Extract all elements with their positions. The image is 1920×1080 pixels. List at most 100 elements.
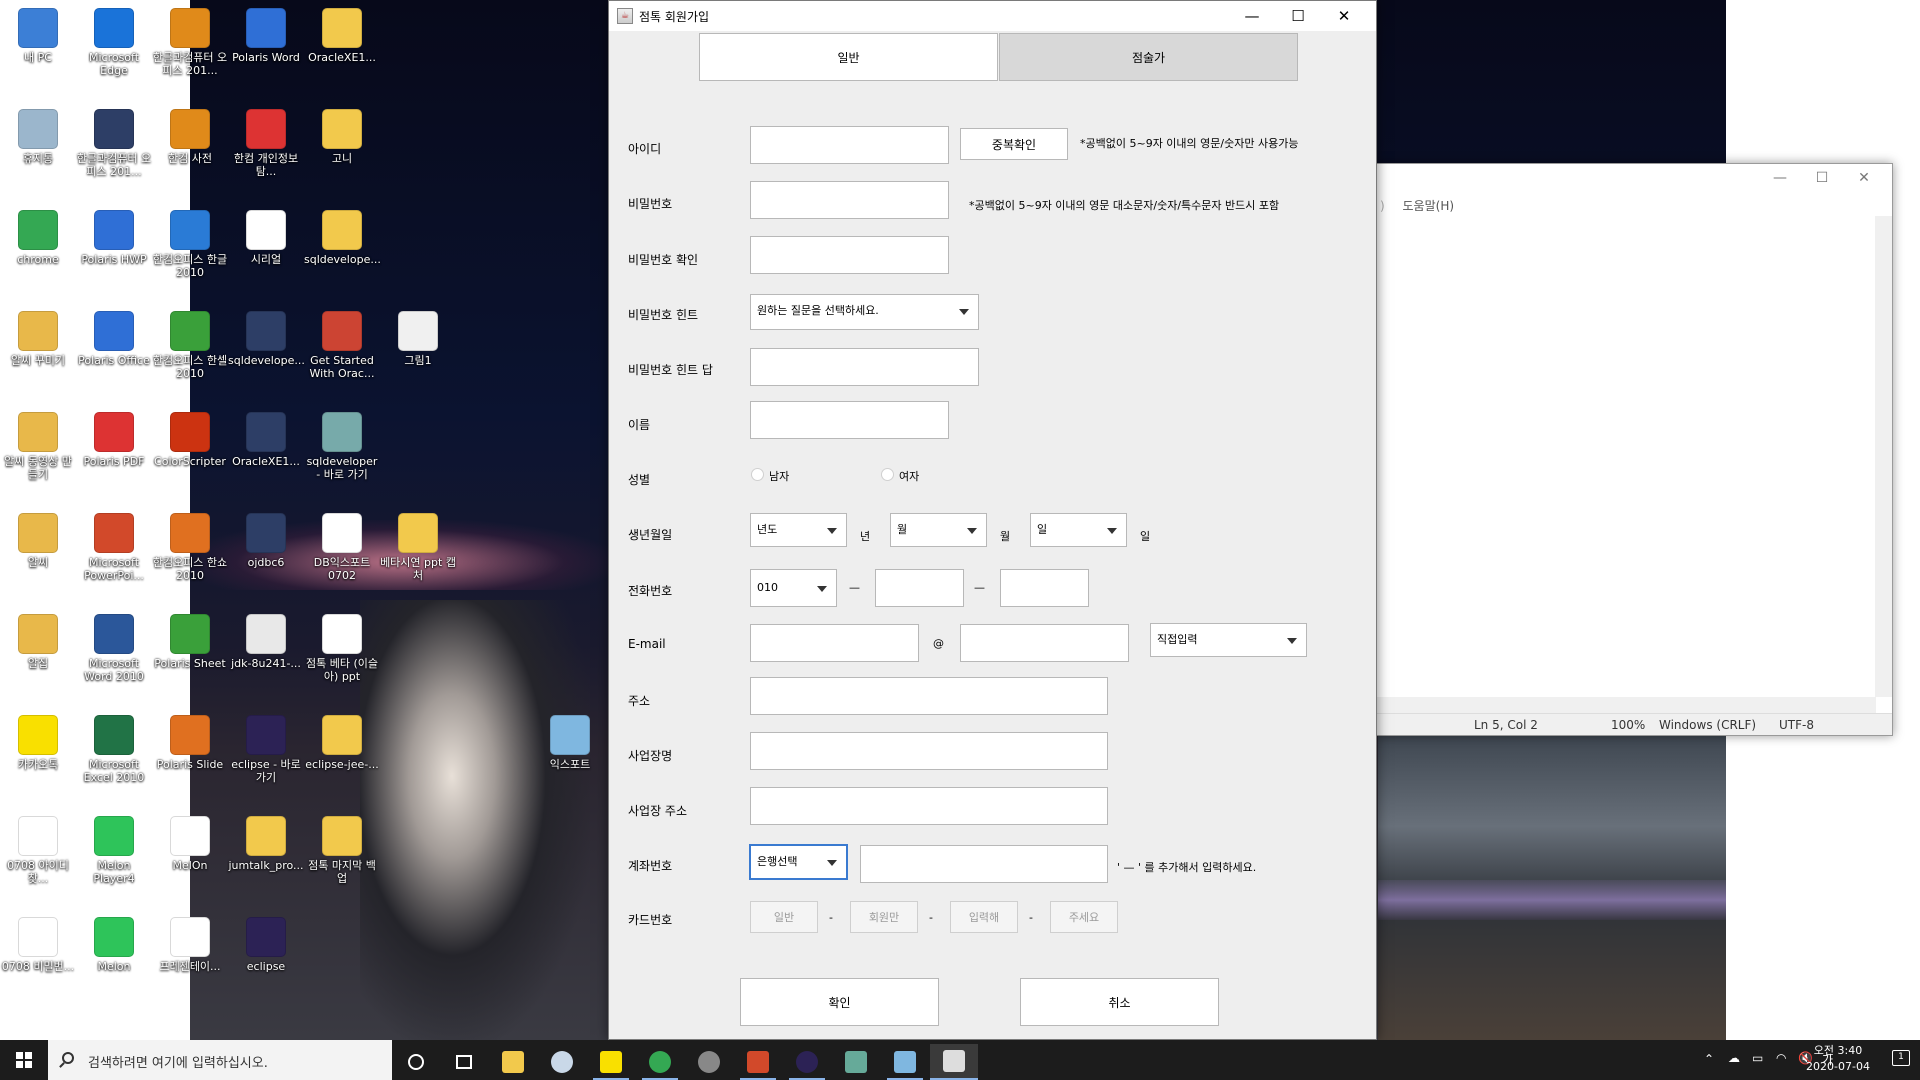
password-input[interactable] — [750, 181, 949, 219]
desktop-icon[interactable]: sqldevelope... — [304, 210, 381, 266]
desktop-icon[interactable]: ColorScripter — [152, 412, 228, 468]
desktop-icon[interactable]: 휴지통 — [0, 109, 76, 165]
name-input[interactable] — [750, 401, 949, 439]
desktop-icon[interactable]: OracleXE1... — [228, 412, 304, 468]
email-domain-input[interactable] — [960, 624, 1129, 662]
phone-prefix-select[interactable]: 010 — [750, 569, 837, 607]
taskbar-explorer[interactable] — [489, 1044, 537, 1080]
desktop-icon[interactable]: jumtalk_pro... — [228, 816, 304, 872]
horizontal-scrollbar[interactable] — [1376, 697, 1876, 714]
desktop-icon[interactable]: Get Started With Orac... — [304, 311, 380, 380]
taskbar-clock[interactable]: 오전 3:40 2020-07-04 — [1798, 1043, 1878, 1075]
desktop-icon[interactable]: 한글과컴퓨터 오피스 201... — [76, 109, 152, 178]
desktop-icon[interactable]: 한컴 개인정보탐... — [228, 109, 304, 178]
radio-female[interactable] — [881, 468, 894, 481]
address-input[interactable] — [750, 677, 1108, 715]
account-number-input[interactable] — [860, 845, 1108, 883]
taskbar-java-app[interactable] — [930, 1044, 978, 1080]
desktop-icon[interactable]: sqldevelope... — [228, 311, 305, 367]
desktop-icon[interactable]: eclipse-jee-... — [304, 715, 380, 771]
cancel-button[interactable]: 취소 — [1020, 978, 1219, 1026]
email-id-input[interactable] — [750, 624, 919, 662]
taskbar-eclipse[interactable] — [783, 1044, 831, 1080]
desktop-icon[interactable]: Microsoft Edge — [76, 8, 152, 77]
desktop-icon[interactable]: 고니 — [304, 109, 380, 165]
id-check-button[interactable]: 중복확인 — [960, 128, 1068, 160]
taskbar-settings[interactable] — [685, 1044, 733, 1080]
desktop-icon[interactable]: Polaris Slide — [152, 715, 228, 771]
email-domain-select[interactable]: 직접입력 — [1150, 623, 1307, 657]
card-input-2[interactable]: 회원만 — [850, 901, 918, 933]
desktop-icon[interactable]: Melon — [76, 917, 152, 973]
taskbar-powerpoint[interactable] — [734, 1044, 782, 1080]
desktop-icon[interactable]: 0708 아이디찾... — [0, 816, 76, 885]
desktop-icon[interactable]: 카카오톡 — [0, 715, 76, 771]
tab-expert[interactable]: 점술가 — [999, 33, 1298, 81]
battery-icon[interactable]: ▭ — [1752, 1051, 1763, 1065]
close-icon[interactable]: ✕ — [1846, 170, 1882, 190]
desktop-icon[interactable]: 알집 — [0, 614, 76, 670]
desktop-icon[interactable]: 프레젠테이... — [152, 917, 228, 973]
desktop-icon[interactable]: Polaris Office — [76, 311, 152, 367]
desktop-icon[interactable]: 그림1 — [380, 311, 456, 367]
taskbar-notepad[interactable] — [881, 1044, 929, 1080]
desktop-icon[interactable]: Microsoft Excel 2010 — [76, 715, 152, 784]
desktop-icon[interactable]: OracleXE1... — [304, 8, 380, 64]
card-input-4[interactable]: 주세요 — [1050, 901, 1118, 933]
desktop-icon[interactable]: 한글과컴퓨터 오피스 201... — [152, 8, 228, 77]
maximize-icon[interactable]: ☐ — [1275, 1, 1321, 31]
desktop-icon[interactable]: Polaris Sheet — [152, 614, 228, 670]
desktop-icon[interactable]: 점톡 마지막 백업 — [304, 816, 380, 885]
desktop-icon[interactable]: 한컴오피스 한쇼 2010 — [152, 513, 228, 582]
birth-day-select[interactable]: 일 — [1030, 513, 1127, 547]
desktop-icon[interactable]: MelOn — [152, 816, 228, 872]
bank-select[interactable]: 은행선택 — [749, 844, 848, 880]
confirm-button[interactable]: 확인 — [740, 978, 939, 1026]
desktop-icon[interactable]: 0708 비밀번... — [0, 917, 76, 973]
business-address-input[interactable] — [750, 787, 1108, 825]
phone-middle-input[interactable] — [875, 569, 964, 607]
radio-male[interactable] — [751, 468, 764, 481]
chevron-up-icon[interactable]: ⌃ — [1704, 1052, 1714, 1066]
menu-help[interactable]: 도움말(H) — [1403, 199, 1455, 213]
desktop-icon[interactable]: 알씨 — [0, 513, 76, 569]
business-name-input[interactable] — [750, 732, 1108, 770]
desktop-icon[interactable]: DB익스포트 0702 — [304, 513, 380, 582]
notification-center-icon[interactable]: 1 — [1892, 1050, 1910, 1066]
desktop-icon[interactable]: Polaris Word — [228, 8, 304, 64]
taskbar-chrome[interactable] — [636, 1044, 684, 1080]
maximize-icon[interactable]: ☐ — [1804, 170, 1840, 190]
window-titlebar[interactable]: ☕ 점톡 회원가입 — ☐ ✕ — [609, 1, 1376, 31]
start-button[interactable] — [0, 1040, 48, 1080]
desktop-icon[interactable]: sqldeveloper - 바로 가기 — [304, 412, 380, 481]
signup-window[interactable]: ☕ 점톡 회원가입 — ☐ ✕ 일반 점술가 아이디 중복확인 *공백없이 5~… — [608, 0, 1377, 1040]
card-input-1[interactable]: 일반 — [750, 901, 818, 933]
password-hint-answer-input[interactable] — [750, 348, 979, 386]
desktop-icon[interactable]: Polaris PDF — [76, 412, 152, 468]
password-confirm-input[interactable] — [750, 236, 949, 274]
desktop-icon[interactable]: 한컴오피스 한셀 2010 — [152, 311, 228, 380]
cloud-icon[interactable]: ☁ — [1728, 1051, 1740, 1065]
notepad-text-area[interactable] — [1376, 216, 1876, 696]
birth-year-select[interactable]: 년도 — [750, 513, 847, 547]
desktop-icon[interactable]: 베타시연 ppt 캡처 — [380, 513, 456, 582]
password-hint-select[interactable]: 원하는 질문을 선택하세요. — [750, 294, 979, 330]
desktop-icon[interactable]: ojdbc6 — [228, 513, 304, 569]
minimize-icon[interactable]: — — [1229, 1, 1275, 31]
desktop-icon[interactable]: 시리얼 — [228, 210, 304, 266]
desktop-icon[interactable]: chrome — [0, 210, 76, 266]
notepad-titlebar[interactable]: — ☐ ✕ — [1376, 164, 1892, 196]
close-icon[interactable]: ✕ — [1321, 1, 1367, 31]
wifi-icon[interactable]: ◠ — [1776, 1051, 1786, 1065]
desktop-icon[interactable]: 한컴오피스 한글 2010 — [152, 210, 228, 279]
taskbar-app-2[interactable] — [538, 1044, 586, 1080]
desktop-icon[interactable]: Melon Player4 — [76, 816, 152, 885]
task-view-button[interactable] — [440, 1044, 488, 1080]
id-input[interactable] — [750, 126, 949, 164]
cortana-button[interactable] — [392, 1044, 440, 1080]
desktop-icon[interactable]: 점톡 베타 (이슬아) ppt — [304, 614, 380, 683]
desktop-icon[interactable]: 익스포트 — [532, 715, 608, 771]
vertical-scrollbar[interactable] — [1875, 216, 1892, 697]
desktop-icon[interactable]: eclipse — [228, 917, 304, 973]
desktop-icon[interactable]: 내 PC — [0, 8, 76, 64]
